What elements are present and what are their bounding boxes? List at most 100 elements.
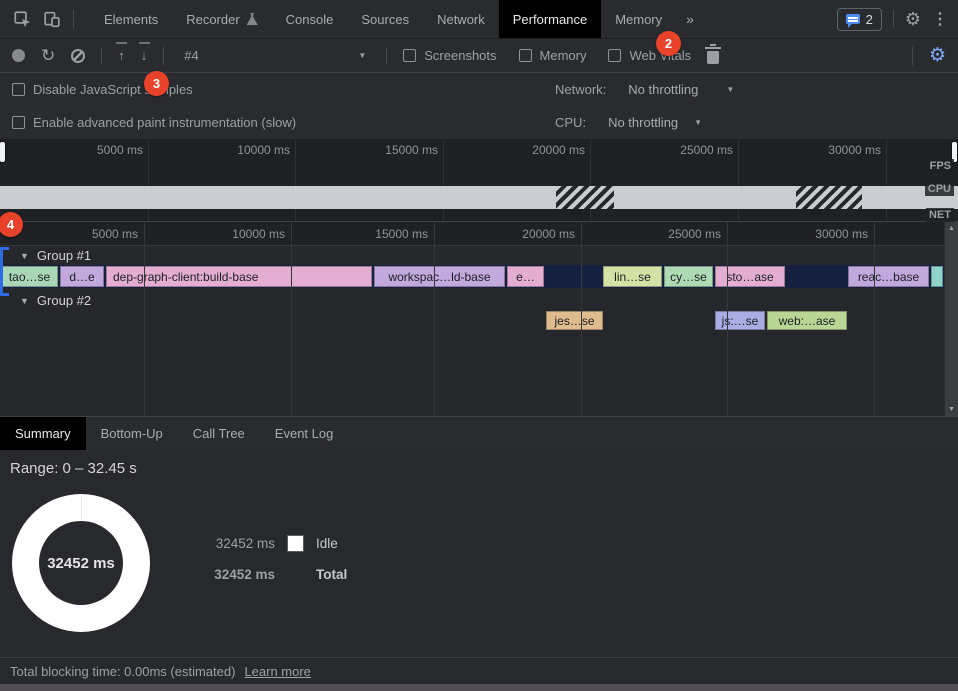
flame-bar[interactable]: js:…se (715, 311, 765, 330)
advanced-paint-checkbox[interactable]: Enable advanced paint instrumentation (s… (12, 115, 296, 130)
detail-tab-bottom-up[interactable]: Bottom-Up (86, 417, 178, 450)
tab-network[interactable]: Network (423, 0, 499, 38)
footer-status: Total blocking time: 0.00ms (estimated) … (0, 657, 958, 684)
overview-left-handle[interactable] (0, 142, 5, 162)
scroll-up-icon[interactable]: ▲ (948, 222, 955, 235)
checkbox-label: Screenshots (424, 48, 496, 63)
record-button[interactable] (12, 49, 25, 62)
group-name: Group #2 (37, 293, 91, 308)
legend-label: Total (316, 567, 347, 582)
flame-bar[interactable]: lin…se (603, 266, 662, 287)
settings-gear-icon[interactable]: ⚙ (905, 10, 921, 28)
detail-tab-event-log[interactable]: Event Log (260, 417, 349, 450)
group-header-group-1[interactable]: ▼Group #1 (0, 246, 944, 265)
legend-swatch (287, 535, 304, 552)
flame-bar[interactable]: tao…se (1, 266, 58, 287)
total-blocking-time-text: Total blocking time: 0.00ms (estimated) (10, 664, 235, 679)
tab-recorder[interactable]: Recorder (172, 0, 271, 38)
save-profile-icon[interactable]: ↓ (141, 51, 148, 61)
flame-bar[interactable]: sto…ase (715, 266, 785, 287)
bar (116, 42, 127, 44)
issues-count: 2 (866, 12, 873, 27)
flame-bar[interactable]: d…e (60, 266, 104, 287)
collapse-triangle-icon: ▼ (20, 251, 29, 261)
summary-legend: 32452 msIdle32452 msTotal (195, 535, 347, 583)
lane-label-net: NET (926, 208, 954, 222)
checkbox-box (12, 83, 25, 96)
more-tabs-icon[interactable]: » (676, 11, 704, 27)
flame-bar[interactable]: dep-graph-client:build-base (106, 266, 372, 287)
tab-sources[interactable]: Sources (347, 0, 423, 38)
overview-tick-label: 10000 ms (237, 143, 290, 157)
tab-label: Performance (513, 12, 587, 27)
cpu-throttle-label: CPU: (555, 115, 586, 130)
overview-tick-label: 5000 ms (97, 143, 143, 157)
flame-chart[interactable]: 5000 ms10000 ms15000 ms20000 ms25000 ms3… (0, 222, 958, 416)
flask-icon (247, 13, 258, 25)
issues-counter[interactable]: 2 (837, 8, 882, 31)
flame-tick-label: 5000 ms (92, 227, 138, 241)
step-badge-2: 2 (656, 31, 681, 56)
tab-console[interactable]: Console (272, 0, 348, 38)
group-header-group-2[interactable]: ▼ Group #2 (0, 291, 944, 310)
chevron-down-icon: ▼ (358, 51, 366, 60)
screenshots-checkbox[interactable]: Screenshots (403, 48, 496, 63)
timeline-overview[interactable]: 5000 ms10000 ms15000 ms20000 ms25000 ms3… (0, 140, 958, 222)
network-throttle-value[interactable]: No throttling (628, 82, 698, 97)
flame-bar[interactable]: reac…base (848, 266, 929, 287)
tab-elements[interactable]: Elements (90, 0, 172, 38)
divider (163, 47, 164, 65)
divider (893, 10, 894, 28)
chevron-down-icon[interactable]: ▼ (726, 85, 734, 94)
device-toolbar-icon[interactable] (43, 11, 61, 28)
summary-pane: Range: 0 – 32.45 s 32452 ms 32452 msIdle… (0, 450, 958, 657)
flame-bar[interactable]: workspac…ld-base (374, 266, 505, 287)
flame-bar[interactable] (931, 266, 943, 287)
tab-performance[interactable]: Performance (499, 0, 601, 38)
checkbox-label: Memory (540, 48, 587, 63)
delete-recording-icon[interactable] (707, 51, 719, 64)
toolbar-checkboxes: ScreenshotsMemoryWeb Vitals (403, 48, 691, 63)
devtools-tabbar: Elements RecorderConsoleSources Network Per… (0, 0, 958, 39)
detail-tab-call-tree[interactable]: Call Tree (178, 417, 260, 450)
load-profile-icon[interactable]: ↑ (118, 51, 125, 61)
vertical-scrollbar[interactable]: ▲ ▼ (944, 222, 958, 416)
flame-tick-label: 25000 ms (668, 227, 721, 241)
flame-bar[interactable]: web:…ase (767, 311, 847, 330)
overview-tick-label: 25000 ms (680, 143, 733, 157)
divider (73, 10, 74, 28)
overview-gridline (443, 140, 444, 221)
collapse-triangle-icon: ▼ (20, 296, 29, 306)
flame-ruler: 5000 ms10000 ms15000 ms20000 ms25000 ms3… (0, 222, 944, 246)
capture-settings-gear-icon[interactable]: ⚙ (929, 46, 946, 65)
flame-tick-label: 15000 ms (375, 227, 428, 241)
memory-checkbox[interactable]: Memory (519, 48, 587, 63)
summary-donut-chart: 32452 ms (12, 494, 150, 632)
tab-label: Elements (104, 12, 158, 27)
legend-row-idle: 32452 msIdle (195, 535, 347, 552)
flame-bar[interactable]: e… (507, 266, 544, 287)
clear-recording-icon[interactable] (71, 49, 85, 63)
tab-label: Network (437, 12, 485, 27)
lane-label-fps: FPS (927, 159, 954, 173)
session-history-select[interactable]: #4 ▼ (180, 45, 370, 66)
inspect-element-icon[interactable] (14, 11, 31, 28)
scroll-down-icon[interactable]: ▼ (948, 403, 955, 416)
cpu-idle-hatch (556, 186, 614, 209)
chevron-down-icon[interactable]: ▼ (694, 118, 702, 127)
group-track-2: jes…se js:…seweb:…ase (0, 310, 944, 331)
flame-bar[interactable]: jes…se (546, 311, 603, 330)
detail-tab-summary[interactable]: Summary (0, 417, 86, 450)
more-options-icon[interactable]: ⋮ (932, 9, 948, 29)
donut-center-value: 32452 ms (12, 494, 150, 632)
cpu-idle-hatch (796, 186, 862, 209)
option-row-paint: Enable advanced paint instrumentation (s… (0, 106, 958, 139)
cpu-throttle-value[interactable]: No throttling (608, 115, 678, 130)
overview-tick-label: 15000 ms (385, 143, 438, 157)
reload-and-record-icon[interactable]: ↻ (41, 47, 55, 64)
window-bottom-strip (0, 684, 958, 691)
flame-bar[interactable]: cy…se (664, 266, 713, 287)
devtools-window: Elements RecorderConsoleSources Network Per… (0, 0, 958, 691)
learn-more-link[interactable]: Learn more (244, 664, 310, 679)
details-tabbar: SummaryBottom-UpCall TreeEvent Log (0, 416, 958, 450)
